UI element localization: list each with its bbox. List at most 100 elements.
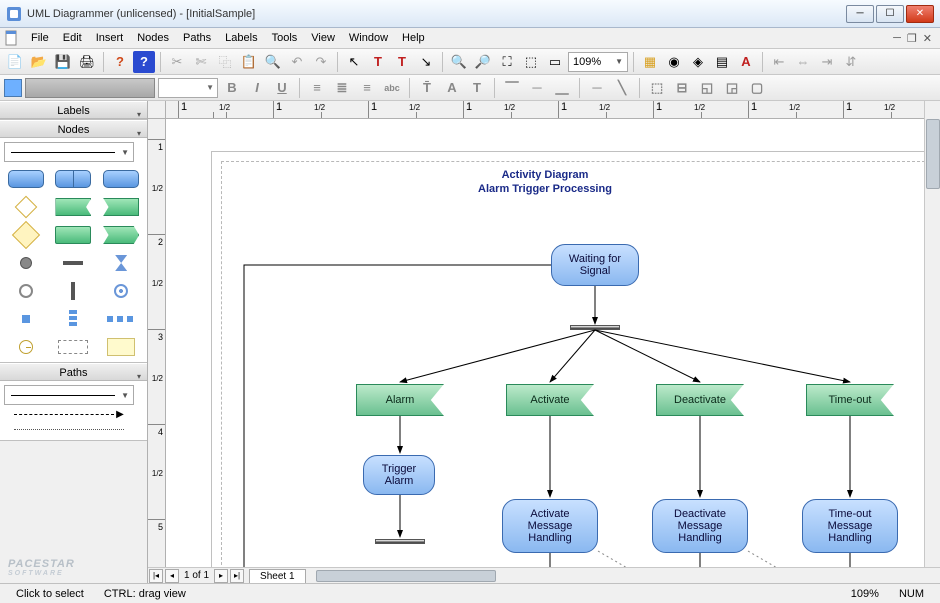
align-center-button[interactable]: ⇔ bbox=[792, 51, 814, 73]
palette-note[interactable] bbox=[99, 336, 143, 358]
canvas[interactable]: Activity Diagram Alarm Trigger Processin… bbox=[166, 119, 924, 567]
align-left-button[interactable]: ⇤ bbox=[768, 51, 790, 73]
text-bottom-button[interactable]: T bbox=[466, 77, 488, 99]
node-waiting[interactable]: Waiting for Signal bbox=[551, 244, 639, 286]
sheet-tab[interactable]: Sheet 1 bbox=[249, 569, 305, 583]
mdi-minimize-button[interactable]: ─ bbox=[893, 32, 901, 45]
snap-node-button[interactable]: ◉ bbox=[663, 51, 685, 73]
front-button[interactable]: ◱ bbox=[696, 77, 718, 99]
sync-bar-1[interactable] bbox=[570, 325, 620, 330]
menu-help[interactable]: Help bbox=[395, 30, 432, 46]
node-activate-msg[interactable]: Activate Message Handling bbox=[502, 499, 598, 553]
palette-rounded-rect-split[interactable] bbox=[52, 168, 96, 190]
new-button[interactable]: 📄 bbox=[4, 51, 26, 73]
halign-right-button[interactable]: ≡ bbox=[356, 77, 378, 99]
page-last-button[interactable]: ▸| bbox=[230, 569, 244, 583]
panel-labels-header[interactable]: Labels▾ bbox=[0, 101, 147, 119]
menu-insert[interactable]: Insert bbox=[89, 30, 131, 46]
valign-mid-button[interactable]: ─ bbox=[526, 77, 548, 99]
distribute-button[interactable]: ⇵ bbox=[840, 51, 862, 73]
menu-labels[interactable]: Labels bbox=[218, 30, 264, 46]
palette-dot[interactable] bbox=[4, 252, 48, 274]
lock-button[interactable]: ▢ bbox=[746, 77, 768, 99]
text-tool[interactable]: T bbox=[367, 51, 389, 73]
copy-button[interactable]: ⿻ bbox=[214, 51, 236, 73]
redo-button[interactable]: ↷ bbox=[310, 51, 332, 73]
menu-file[interactable]: File bbox=[24, 30, 56, 46]
vertical-ruler[interactable]: 11/2 21/2 31/2 41/2 5 bbox=[148, 119, 166, 567]
node-activate[interactable]: Activate bbox=[506, 384, 594, 416]
palette-diamond-large[interactable] bbox=[4, 224, 48, 246]
delete-button[interactable]: ✂ bbox=[166, 51, 188, 73]
open-button[interactable]: 📂 bbox=[28, 51, 50, 73]
print-button[interactable]: 🖨 bbox=[76, 51, 98, 73]
ungroup-button[interactable]: ⊟ bbox=[671, 77, 693, 99]
close-button[interactable]: ✕ bbox=[906, 5, 934, 23]
node-deactivate-msg[interactable]: Deactivate Message Handling bbox=[652, 499, 748, 553]
mdi-close-button[interactable]: ✕ bbox=[923, 32, 932, 45]
diagram-title[interactable]: Activity Diagram Alarm Trigger Processin… bbox=[166, 169, 924, 197]
palette-clock[interactable] bbox=[4, 336, 48, 358]
palette-flag-green-2[interactable] bbox=[99, 196, 143, 218]
style-select[interactable] bbox=[25, 78, 155, 98]
palette-dashes[interactable] bbox=[99, 308, 143, 330]
select-tool[interactable]: ↖ bbox=[343, 51, 365, 73]
text-top-button[interactable]: T̄ bbox=[416, 77, 438, 99]
halign-center-button[interactable]: ≣ bbox=[331, 77, 353, 99]
paste-button[interactable]: 📋 bbox=[238, 51, 260, 73]
menu-edit[interactable]: Edit bbox=[56, 30, 89, 46]
palette-dotted-line[interactable] bbox=[14, 429, 124, 430]
layer-button[interactable]: ▤ bbox=[711, 51, 733, 73]
valign-top-button[interactable]: ⎺ bbox=[501, 77, 523, 99]
menu-paths[interactable]: Paths bbox=[176, 30, 218, 46]
grid-toggle[interactable]: ▦ bbox=[639, 51, 661, 73]
cut-button[interactable]: ✄ bbox=[190, 51, 212, 73]
menu-view[interactable]: View bbox=[304, 30, 342, 46]
sync-bar-2[interactable] bbox=[375, 539, 425, 544]
curve-style-button[interactable]: ╲ bbox=[611, 77, 633, 99]
label-button[interactable]: abc bbox=[381, 77, 403, 99]
zoom-combo[interactable]: 109%▼ bbox=[568, 52, 628, 72]
save-button[interactable]: 💾 bbox=[52, 51, 74, 73]
connect-tool[interactable]: ↘ bbox=[415, 51, 437, 73]
snap-path-button[interactable]: ◈ bbox=[687, 51, 709, 73]
node-alarm[interactable]: Alarm bbox=[356, 384, 444, 416]
page-next-button[interactable]: ▸ bbox=[214, 569, 228, 583]
zoom-in-button[interactable]: 🔍 bbox=[448, 51, 470, 73]
node-timeout[interactable]: Time-out bbox=[806, 384, 894, 416]
panel-paths-header[interactable]: Paths▾ bbox=[0, 363, 147, 381]
palette-dashed-rect[interactable] bbox=[52, 336, 96, 358]
line-style-button[interactable]: ─ bbox=[586, 77, 608, 99]
text-format-button[interactable]: A bbox=[441, 77, 463, 99]
undo-button[interactable]: ↶ bbox=[286, 51, 308, 73]
palette-flag-green-4[interactable] bbox=[99, 224, 143, 246]
palette-dashed-arrow[interactable]: ▶ bbox=[4, 405, 134, 423]
page-first-button[interactable]: |◂ bbox=[149, 569, 163, 583]
palette-diamond-small[interactable] bbox=[4, 196, 48, 218]
help-button[interactable]: ? bbox=[109, 51, 131, 73]
node-trigger-alarm[interactable]: Trigger Alarm bbox=[363, 455, 435, 495]
italic-button[interactable]: I bbox=[246, 77, 268, 99]
path-style-select[interactable]: ▼ bbox=[4, 385, 134, 405]
horizontal-scrollbar[interactable] bbox=[314, 569, 924, 583]
vertical-scrollbar[interactable] bbox=[924, 101, 940, 567]
palette-stack[interactable] bbox=[52, 308, 96, 330]
underline-button[interactable]: U bbox=[271, 77, 293, 99]
back-button[interactable]: ◲ bbox=[721, 77, 743, 99]
zoom-fit-button[interactable]: ⛶ bbox=[496, 51, 518, 73]
align-right-button[interactable]: ⇥ bbox=[816, 51, 838, 73]
panel-nodes-header[interactable]: Nodes▾ bbox=[0, 120, 147, 138]
menu-nodes[interactable]: Nodes bbox=[130, 30, 176, 46]
palette-flag-green[interactable] bbox=[52, 196, 96, 218]
find-button[interactable]: 🔍 bbox=[262, 51, 284, 73]
node-deactivate[interactable]: Deactivate bbox=[656, 384, 744, 416]
palette-rounded-rect-2[interactable] bbox=[99, 168, 143, 190]
menu-window[interactable]: Window bbox=[342, 30, 395, 46]
palette-square[interactable] bbox=[4, 308, 48, 330]
line-weight-select[interactable]: ▼ bbox=[158, 78, 218, 98]
zoom-region-button[interactable]: ⬚ bbox=[520, 51, 542, 73]
bold-button[interactable]: B bbox=[221, 77, 243, 99]
valign-bottom-button[interactable]: ⎽ bbox=[551, 77, 573, 99]
node-timeout-msg[interactable]: Time-out Message Handling bbox=[802, 499, 898, 553]
node-style-select[interactable]: ▼ bbox=[4, 142, 134, 162]
